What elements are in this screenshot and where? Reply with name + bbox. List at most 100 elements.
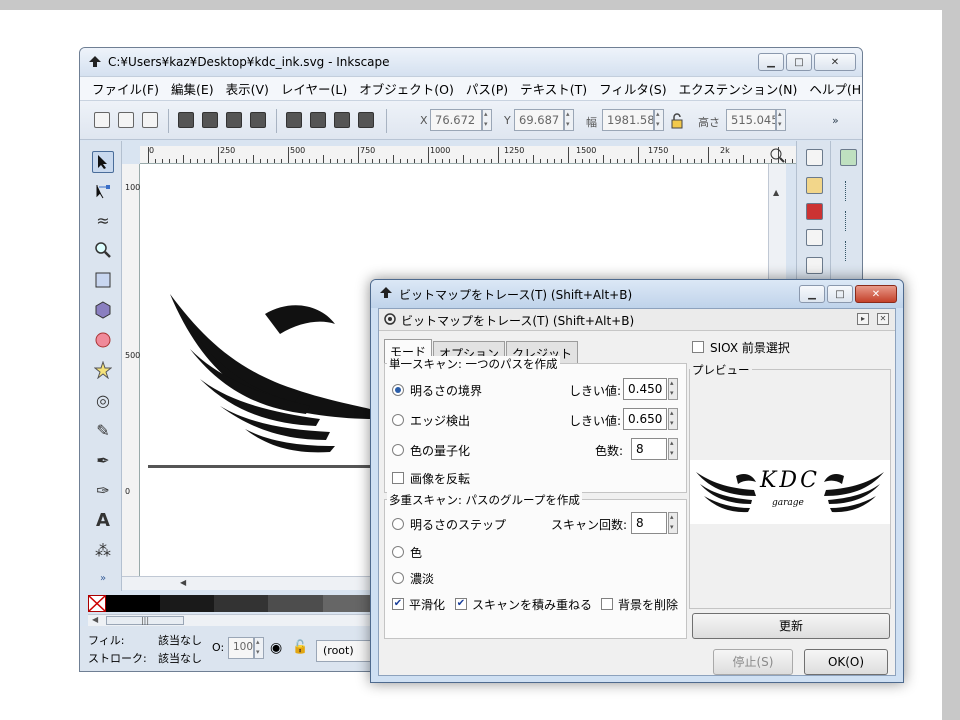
panel-close-icon[interactable]: ✕	[877, 313, 889, 325]
rotate-ccw-icon[interactable]	[178, 112, 194, 128]
h-field[interactable]: 515.045	[726, 109, 776, 131]
y-field[interactable]: 69.687	[514, 109, 564, 131]
maximize-button[interactable]: □	[786, 53, 812, 71]
zoom-correction-icon[interactable]	[768, 146, 786, 164]
menu-file[interactable]: ファイル(F)	[92, 79, 159, 98]
menu-view[interactable]: 表示(V)	[226, 79, 269, 98]
rectangle-tool-icon[interactable]	[92, 269, 114, 291]
spiral-tool-icon[interactable]: ◎	[92, 389, 114, 411]
menu-path[interactable]: パス(P)	[466, 79, 508, 98]
select-all-icon[interactable]	[94, 112, 110, 128]
star-tool-icon[interactable]	[92, 359, 114, 381]
dialog-titlebar[interactable]: ビットマップをトレース(T) (Shift+Alt+B) ▁ □ ✕	[371, 280, 903, 308]
ellipse-tool-icon[interactable]	[92, 329, 114, 351]
dialog-maximize-button[interactable]: □	[827, 285, 853, 303]
3d-box-tool-icon[interactable]	[92, 299, 114, 321]
y-spinner[interactable]	[564, 109, 574, 131]
grays-radio[interactable]	[392, 572, 404, 584]
toolbar-overflow-icon[interactable]: »	[832, 114, 839, 127]
lock-icon[interactable]	[670, 113, 684, 129]
scans-count-spinner[interactable]	[668, 512, 678, 534]
print-icon[interactable]	[806, 229, 823, 246]
no-paint-swatch[interactable]	[88, 595, 106, 612]
layer-lock-icon[interactable]: 🔓	[292, 640, 308, 655]
opacity-spinner[interactable]	[254, 637, 264, 659]
w-field[interactable]: 1981.58	[602, 109, 654, 131]
calligraphy-tool-icon[interactable]: ✑	[92, 479, 114, 501]
text-tool-icon[interactable]: A	[92, 509, 114, 531]
save-icon[interactable]	[806, 203, 823, 220]
x-field[interactable]: 76.672	[430, 109, 482, 131]
snap-bbox-icon[interactable]	[845, 181, 851, 201]
select-all-layers-icon[interactable]	[118, 112, 134, 128]
brightness-steps-radio[interactable]	[392, 518, 404, 530]
stop-button[interactable]: 停止(S)	[713, 649, 793, 675]
stack-scans-checkbox[interactable]: ✔	[455, 598, 467, 610]
tweak-tool-icon[interactable]: ≈	[92, 209, 114, 231]
toolbox-more-icon[interactable]: »	[92, 567, 114, 589]
panel-menu-icon[interactable]: ▸	[857, 313, 869, 325]
selector-tool-icon[interactable]	[92, 151, 114, 173]
pen-tool-icon[interactable]: ✒	[92, 449, 114, 471]
edge-detection-radio[interactable]	[392, 414, 404, 426]
current-layer-dropdown[interactable]: (root)	[316, 640, 372, 662]
lower-to-bottom-icon[interactable]	[358, 112, 374, 128]
siox-checkbox[interactable]	[692, 341, 704, 353]
edge-threshold-spinner[interactable]	[668, 408, 678, 430]
close-button[interactable]: ✕	[814, 53, 856, 71]
deselect-icon[interactable]	[142, 112, 158, 128]
colors-radio[interactable]	[392, 546, 404, 558]
snap-guide-icon[interactable]	[845, 241, 851, 261]
brightness-threshold-field[interactable]: 0.450	[623, 378, 667, 400]
color-swatch[interactable]	[214, 595, 269, 612]
raise-to-top-icon[interactable]	[286, 112, 302, 128]
menu-extensions[interactable]: エクステンション(N)	[679, 79, 798, 98]
remove-background-checkbox[interactable]	[601, 598, 613, 610]
snap-toggle-icon[interactable]	[840, 149, 857, 166]
dialog-close-button[interactable]: ✕	[855, 285, 897, 303]
colors-count-spinner[interactable]	[668, 438, 678, 460]
menu-layer[interactable]: レイヤー(L)	[281, 79, 347, 98]
menu-text[interactable]: テキスト(T)	[520, 79, 587, 98]
ok-button[interactable]: OK(O)	[804, 649, 888, 675]
color-quantization-radio[interactable]	[392, 444, 404, 456]
visibility-eye-icon[interactable]: ◉	[270, 640, 282, 656]
brightness-cutoff-radio[interactable]	[392, 384, 404, 396]
h-spinner[interactable]	[776, 109, 786, 131]
lower-icon[interactable]	[334, 112, 350, 128]
open-folder-icon[interactable]	[806, 177, 823, 194]
rotate-cw-icon[interactable]	[202, 112, 218, 128]
edge-threshold-field[interactable]: 0.650	[623, 408, 667, 430]
menu-object[interactable]: オブジェクト(O)	[359, 79, 454, 98]
opacity-field[interactable]: 100	[228, 637, 254, 659]
fill-value[interactable]: 該当なし	[158, 632, 202, 648]
smooth-checkbox[interactable]: ✔	[392, 598, 404, 610]
flip-horizontal-icon[interactable]	[226, 112, 242, 128]
dialog-minimize-button[interactable]: ▁	[799, 285, 825, 303]
color-swatch[interactable]	[160, 595, 215, 612]
window-titlebar[interactable]: C:¥Users¥kaz¥Desktop¥kdc_ink.svg - Inksc…	[80, 48, 862, 76]
color-swatch[interactable]	[106, 595, 161, 612]
flip-vertical-icon[interactable]	[250, 112, 266, 128]
brightness-threshold-spinner[interactable]	[668, 378, 678, 400]
minimize-button[interactable]: ▁	[758, 53, 784, 71]
import-icon[interactable]	[806, 257, 823, 274]
color-swatch[interactable]	[322, 595, 377, 612]
w-spinner[interactable]	[654, 109, 664, 131]
color-swatch[interactable]	[268, 595, 323, 612]
colors-count-field[interactable]: 8	[631, 438, 667, 460]
invert-image-checkbox[interactable]	[392, 472, 404, 484]
menu-edit[interactable]: 編集(E)	[171, 79, 214, 98]
scans-count-field[interactable]: 8	[631, 512, 667, 534]
spray-tool-icon[interactable]: ⁂	[92, 539, 114, 561]
raise-icon[interactable]	[310, 112, 326, 128]
update-button[interactable]: 更新	[692, 613, 890, 639]
snap-nodes-icon[interactable]	[845, 211, 851, 231]
menu-filters[interactable]: フィルタ(S)	[599, 79, 666, 98]
new-document-icon[interactable]	[806, 149, 823, 166]
zoom-tool-icon[interactable]	[92, 239, 114, 261]
stroke-value[interactable]: 該当なし	[158, 650, 202, 666]
node-tool-icon[interactable]	[92, 181, 114, 203]
pencil-tool-icon[interactable]: ✎	[92, 419, 114, 441]
menu-help[interactable]: ヘルプ(H)	[809, 79, 862, 98]
